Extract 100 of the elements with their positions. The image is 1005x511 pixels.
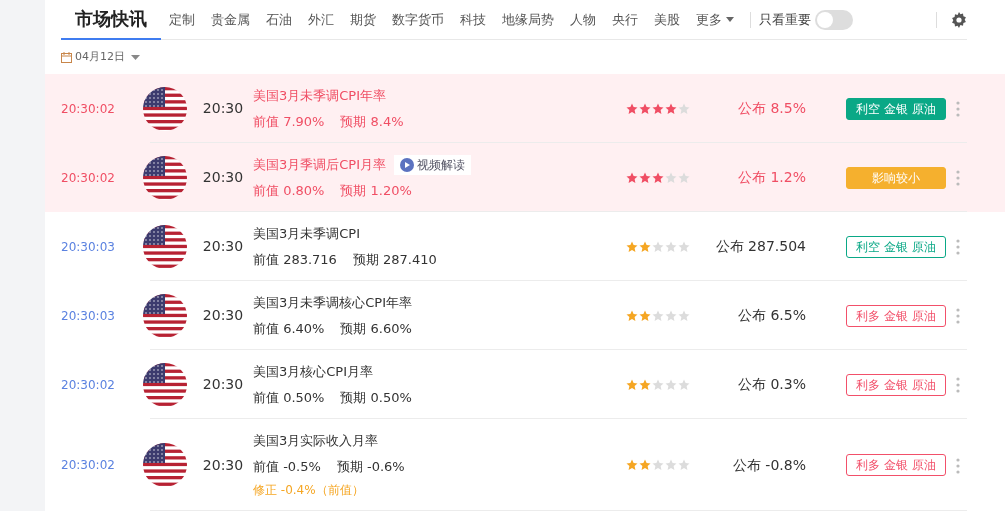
date-picker[interactable]: 04月12日: [61, 40, 146, 74]
impact-tag: 影响较小: [846, 166, 946, 189]
star-icon: [665, 459, 677, 471]
forecast-value: 预期 287.410: [352, 250, 437, 269]
event-time: 20:30: [201, 99, 245, 118]
time-label: 20:30:02: [61, 457, 116, 474]
star-icon: [639, 378, 651, 391]
tab[interactable]: 美股: [646, 0, 688, 40]
time-label: 20:30:02: [61, 169, 116, 187]
time-label: 20:30:03: [61, 238, 116, 256]
previous-value: 前值 7.90%: [253, 112, 325, 131]
star-icon: [665, 171, 677, 184]
star-icon: [652, 378, 664, 391]
actual-value: 公布 8.5%: [736, 99, 806, 118]
actual-value: 公布 287.504: [714, 237, 806, 256]
star-icon: [665, 102, 677, 115]
impact-tag: 利空 金银 原油: [846, 97, 946, 120]
tab[interactable]: 地缘局势: [494, 0, 562, 40]
revision-note: 修正 -0.4%（前值）: [253, 482, 365, 499]
star-icon: [652, 240, 664, 253]
forecast-value: 预期 6.60%: [340, 319, 412, 338]
star-icon: [652, 459, 664, 471]
event-title[interactable]: 美国3月核心CPI月率: [253, 362, 374, 382]
event-time: 20:30: [201, 375, 245, 394]
actual-value: 公布 0.3%: [736, 375, 806, 394]
tab[interactable]: 外汇: [300, 0, 342, 40]
actual-value: 公布 6.5%: [736, 306, 806, 325]
event-time: 20:30: [201, 455, 245, 475]
star-icon: [678, 102, 690, 115]
previous-value: 前值 -0.5%: [253, 457, 321, 476]
toggle-switch[interactable]: [815, 9, 853, 30]
more-icon[interactable]: [956, 308, 960, 325]
star-icon: [665, 240, 677, 253]
event-time: 20:30: [201, 306, 245, 325]
forecast-value: 预期 0.50%: [340, 388, 412, 407]
tab[interactable]: 数字货币: [384, 0, 452, 40]
actual-value: 公布 1.2%: [736, 168, 806, 187]
star-icon: [665, 378, 677, 391]
calendar-icon: [61, 51, 72, 63]
event-time: 20:30: [201, 168, 245, 187]
star-icon: [639, 240, 651, 253]
more-icon[interactable]: [956, 457, 960, 474]
star-icon: [652, 102, 664, 115]
tab[interactable]: 科技: [452, 0, 494, 40]
tab[interactable]: 石油: [258, 0, 300, 40]
flag-icon: [143, 155, 187, 200]
forecast-value: 预期 1.20%: [340, 181, 412, 200]
star-icon: [678, 171, 690, 184]
star-icon: [678, 309, 690, 322]
star-icon: [652, 309, 664, 322]
previous-value: 前值 6.40%: [253, 319, 325, 338]
previous-value: 前值 283.716: [253, 250, 337, 269]
tab[interactable]: 期货: [342, 0, 384, 40]
star-icon: [626, 459, 638, 471]
event-title[interactable]: 美国3月未季调核心CPI年率: [253, 293, 413, 313]
forecast-value: 预期 -0.6%: [336, 457, 405, 476]
more-icon[interactable]: [956, 239, 960, 256]
more-icon[interactable]: [956, 377, 960, 394]
star-icon: [678, 240, 690, 253]
time-label: 20:30:03: [61, 307, 116, 325]
star-icon: [626, 240, 638, 253]
play-icon: [400, 157, 415, 172]
impact-tag: 利空 金银 原油: [846, 235, 946, 258]
filter-label: 只看重要: [759, 10, 811, 29]
star-icon: [639, 459, 651, 471]
actual-value: 公布 -0.8%: [731, 455, 806, 475]
settings-icon[interactable]: [951, 11, 967, 28]
previous-value: 前值 0.80%: [253, 181, 325, 200]
tab[interactable]: 贵金属: [203, 0, 258, 40]
impact-tag: 利多 金银 原油: [846, 304, 946, 327]
star-icon: [626, 309, 638, 322]
star-icon: [639, 102, 651, 115]
tab[interactable]: 市场快讯: [61, 0, 161, 40]
flag-icon: [143, 86, 187, 131]
star-icon: [626, 102, 638, 115]
tab[interactable]: 人物: [562, 0, 604, 40]
tab[interactable]: 央行: [604, 0, 646, 40]
more-menu[interactable]: 更多: [688, 0, 742, 40]
more-icon[interactable]: [956, 101, 960, 118]
more-icon[interactable]: [956, 170, 960, 187]
star-icon: [678, 459, 690, 471]
star-icon: [626, 171, 638, 184]
video-button[interactable]: 视频解读: [394, 154, 472, 175]
time-label: 20:30:02: [61, 100, 116, 118]
star-icon: [678, 378, 690, 391]
star-icon: [665, 309, 677, 322]
star-icon: [626, 378, 638, 391]
star-icon: [639, 171, 651, 184]
impact-tag: 利多 金银 原油: [846, 454, 946, 476]
previous-value: 前值 0.50%: [253, 388, 325, 407]
star-icon: [639, 309, 651, 322]
caret-icon: [131, 54, 140, 60]
event-title[interactable]: 美国3月实际收入月率: [253, 431, 379, 451]
caret-icon: [726, 17, 734, 22]
star-icon: [652, 171, 664, 184]
event-time: 20:30: [201, 237, 245, 256]
event-title[interactable]: 美国3月未季调CPI: [253, 224, 361, 244]
impact-tag: 利多 金银 原油: [846, 373, 946, 396]
tab[interactable]: 定制: [161, 0, 203, 40]
time-label: 20:30:02: [61, 376, 116, 394]
